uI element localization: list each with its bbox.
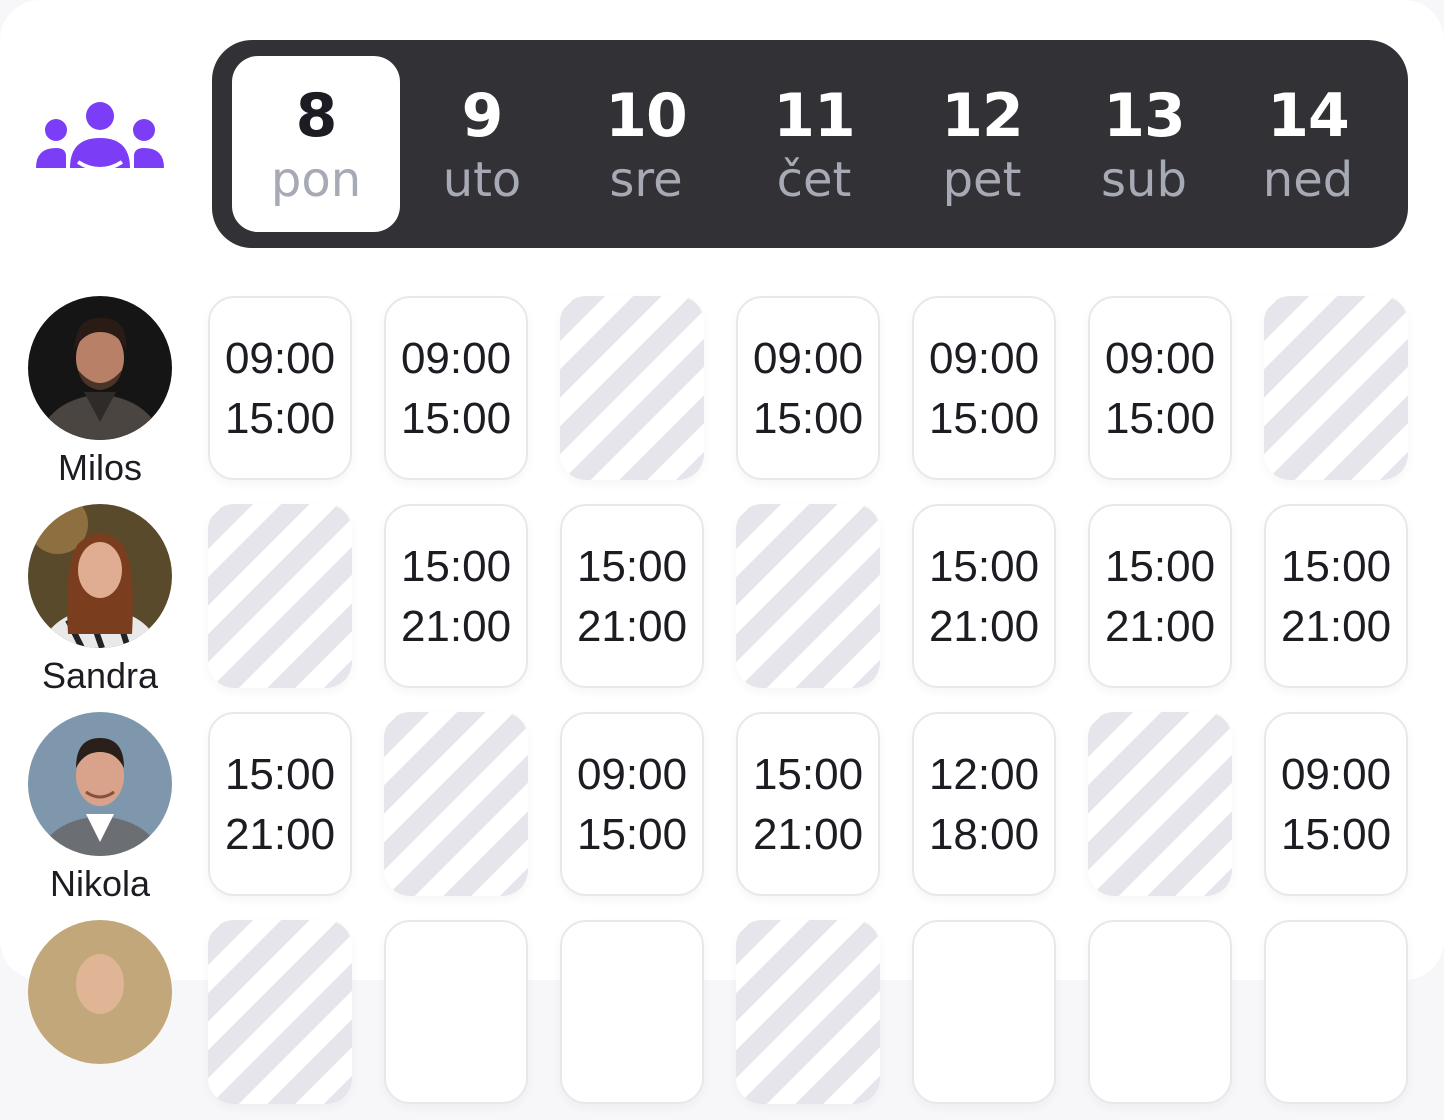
- shift-cell[interactable]: 15:00 21:00: [560, 504, 704, 688]
- day-number: 13: [1103, 81, 1186, 151]
- shift-start: 09:00: [1104, 334, 1216, 383]
- day-name: pon: [270, 152, 362, 208]
- shift-start: 12:00: [928, 750, 1040, 799]
- shift-cell-off[interactable]: [560, 296, 704, 480]
- shift-end: 15:00: [1280, 810, 1392, 859]
- shift-cell[interactable]: 09:00 15:00: [208, 296, 352, 480]
- shift-end: 21:00: [224, 810, 336, 859]
- schedule-card: 8 pon 9 uto 10 sre 11 čet 12 pet 13 sub 14 ned Milos 0…: [0, 0, 1444, 1104]
- day-selector: 8 pon 9 uto 10 sre 11 čet 12 pet 13 sub 14 ned: [212, 40, 1408, 248]
- shift-end: 21:00: [1104, 602, 1216, 651]
- shift-cell[interactable]: 09:00 15:00: [736, 296, 880, 480]
- shift-cell-off[interactable]: [208, 920, 352, 1104]
- shift-cell[interactable]: [912, 920, 1056, 1104]
- shift-start: 15:00: [400, 542, 512, 591]
- shift-end: 15:00: [224, 394, 336, 443]
- shift-start: 09:00: [1280, 750, 1392, 799]
- shift-end: 21:00: [400, 602, 512, 651]
- avatar: [28, 920, 172, 1064]
- shift-cell[interactable]: 09:00 15:00: [384, 296, 528, 480]
- day-number: 12: [941, 81, 1024, 151]
- shift-cell-off[interactable]: [1264, 296, 1408, 480]
- avatar: [28, 504, 172, 648]
- day-name: sub: [1101, 152, 1187, 208]
- team-icon[interactable]: [34, 100, 166, 172]
- day-number: 10: [605, 81, 688, 151]
- shift-cell[interactable]: 15:00 21:00: [1264, 504, 1408, 688]
- shift-cell[interactable]: 09:00 15:00: [1264, 712, 1408, 896]
- shift-cell-off[interactable]: [736, 920, 880, 1104]
- shift-start: 09:00: [224, 334, 336, 383]
- shift-end: 21:00: [928, 602, 1040, 651]
- shift-start: 15:00: [928, 542, 1040, 591]
- avatar: [28, 296, 172, 440]
- staff-member[interactable]: Sandra: [18, 504, 182, 704]
- day-name: pet: [942, 152, 1022, 208]
- staff-member[interactable]: Nikola: [18, 712, 182, 912]
- shift-cell[interactable]: 15:00 21:00: [208, 712, 352, 896]
- day-tab[interactable]: 8 pon: [232, 56, 400, 232]
- shift-cell[interactable]: 15:00 21:00: [736, 712, 880, 896]
- shift-cell[interactable]: 15:00 21:00: [1088, 504, 1232, 688]
- shift-end: 15:00: [752, 394, 864, 443]
- shift-start: 15:00: [576, 542, 688, 591]
- shift-end: 15:00: [1104, 394, 1216, 443]
- day-name: uto: [442, 152, 522, 208]
- shift-cell-off[interactable]: [208, 504, 352, 688]
- shift-start: 09:00: [752, 334, 864, 383]
- shift-start: 15:00: [752, 750, 864, 799]
- shift-cell[interactable]: 15:00 21:00: [384, 504, 528, 688]
- staff-name: Sandra: [41, 655, 159, 696]
- shift-cell[interactable]: 09:00 15:00: [560, 712, 704, 896]
- day-number: 9: [461, 81, 504, 151]
- day-number: 11: [773, 81, 856, 151]
- shift-end: 21:00: [576, 602, 688, 651]
- day-name: čet: [776, 152, 852, 208]
- staff-member[interactable]: Milos: [18, 296, 182, 496]
- shift-start: 15:00: [224, 750, 336, 799]
- shift-end: 15:00: [400, 394, 512, 443]
- shift-cell[interactable]: 09:00 15:00: [1088, 296, 1232, 480]
- day-tab[interactable]: 11 čet: [730, 56, 898, 232]
- shift-cell-off[interactable]: [384, 712, 528, 896]
- shift-cell[interactable]: 09:00 15:00: [912, 296, 1056, 480]
- shift-start: 09:00: [400, 334, 512, 383]
- shift-start: 09:00: [928, 334, 1040, 383]
- shift-cell[interactable]: [1264, 920, 1408, 1104]
- shift-cell[interactable]: [1088, 920, 1232, 1104]
- staff-member[interactable]: [18, 920, 182, 1120]
- day-number: 8: [295, 81, 338, 151]
- shift-start: 15:00: [1280, 542, 1392, 591]
- day-tab[interactable]: 12 pet: [898, 56, 1066, 232]
- day-tab[interactable]: 10 sre: [562, 56, 730, 232]
- shift-end: 15:00: [576, 810, 688, 859]
- shift-cell[interactable]: [560, 920, 704, 1104]
- day-tab[interactable]: 9 uto: [398, 56, 566, 232]
- shift-end: 18:00: [928, 810, 1040, 859]
- shift-end: 15:00: [928, 394, 1040, 443]
- shift-start: 09:00: [576, 750, 688, 799]
- avatar: [28, 712, 172, 856]
- shift-end: 21:00: [1280, 602, 1392, 651]
- staff-name: Nikola: [49, 863, 151, 904]
- shift-start: 15:00: [1104, 542, 1216, 591]
- staff-name: Milos: [57, 447, 142, 488]
- day-tab[interactable]: 14 ned: [1224, 56, 1392, 232]
- shift-cell-off[interactable]: [1088, 712, 1232, 896]
- day-name: sre: [609, 152, 683, 208]
- shift-cell-off[interactable]: [736, 504, 880, 688]
- shift-cell[interactable]: 15:00 21:00: [912, 504, 1056, 688]
- day-name: ned: [1262, 152, 1354, 208]
- day-tab[interactable]: 13 sub: [1060, 56, 1228, 232]
- shift-cell[interactable]: [384, 920, 528, 1104]
- shift-cell[interactable]: 12:00 18:00: [912, 712, 1056, 896]
- day-number: 14: [1267, 81, 1350, 151]
- shift-end: 21:00: [752, 810, 864, 859]
